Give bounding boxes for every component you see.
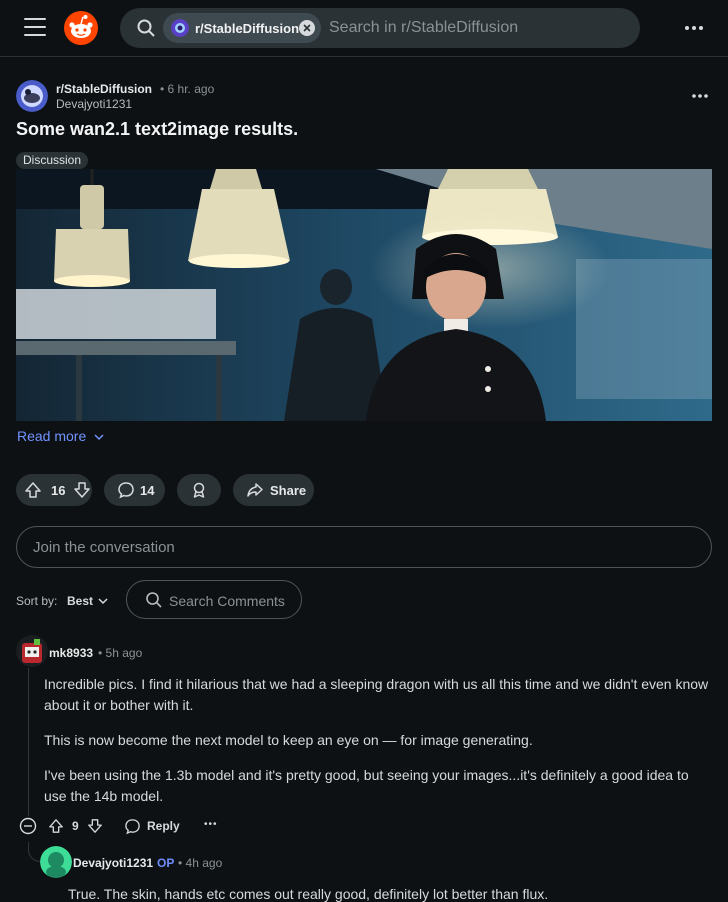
reply-label: Reply (147, 819, 180, 833)
upvote-icon[interactable] (48, 818, 64, 834)
search-comments-button[interactable]: Search Comments (126, 580, 302, 619)
subreddit-avatar-icon (171, 19, 189, 37)
comment-timestamp: • 4h ago (178, 856, 223, 870)
subreddit-name[interactable]: r/StableDiffusion (56, 82, 152, 96)
op-badge: OP (157, 856, 175, 870)
subreddit-search-chip[interactable]: r/StableDiffusion (163, 13, 321, 43)
comment-paragraph: This is now become the next model to kee… (44, 732, 533, 748)
comment-author[interactable]: Devajyoti1231 (73, 856, 153, 870)
comment-count: 14 (140, 482, 155, 498)
collapse-thread-icon[interactable] (19, 817, 37, 835)
post-image[interactable] (16, 169, 712, 421)
more-horizontal-icon[interactable] (684, 18, 704, 38)
comment-icon (118, 482, 134, 499)
post-title[interactable]: Some wan2.1 text2image results. (16, 119, 298, 140)
hamburger-menu-icon[interactable] (24, 18, 46, 38)
comment-author[interactable]: mk8933 (49, 646, 93, 660)
close-icon[interactable] (299, 20, 315, 36)
more-horizontal-icon[interactable] (690, 88, 710, 104)
comment-paragraph: I've been using the 1.3b model and it's … (44, 767, 689, 804)
share-icon (247, 483, 263, 497)
downvote-icon[interactable] (73, 481, 91, 499)
avatar[interactable] (16, 635, 48, 667)
chevron-down-icon (94, 434, 104, 441)
search-comments-label: Search Comments (169, 593, 285, 609)
sort-label: Sort by: (16, 594, 58, 608)
upvote-icon[interactable] (24, 481, 42, 499)
award-icon (193, 482, 205, 498)
post-author[interactable]: Devajyoti1231 (56, 97, 132, 111)
sort-dropdown[interactable]: Best (67, 594, 93, 608)
comment-paragraph: True. The skin, hands etc comes out real… (68, 886, 549, 902)
comment-timestamp: • 5h ago (98, 646, 143, 660)
post-flair[interactable]: Discussion (16, 152, 89, 169)
vote-control: 16 (16, 474, 92, 506)
comment-input[interactable]: Join the conversation (16, 526, 712, 568)
top-bar: r/StableDiffusion Search in r/StableDiff… (0, 0, 728, 57)
thread-line[interactable] (28, 668, 29, 816)
search-input[interactable]: Search in r/StableDiffusion (329, 19, 518, 37)
share-button[interactable]: Share (233, 474, 314, 506)
award-button[interactable] (177, 474, 221, 506)
comment-vote-count: 9 (72, 819, 79, 833)
subreddit-avatar[interactable] (16, 80, 48, 112)
post-timestamp: • 6 hr. ago (160, 82, 215, 96)
reply-button[interactable]: Reply (124, 816, 180, 836)
comment-more-button[interactable]: ••• (204, 819, 218, 830)
comment-icon (125, 818, 140, 834)
chevron-down-icon[interactable] (97, 596, 109, 606)
search-chip-label: r/StableDiffusion (195, 20, 300, 36)
search-icon (146, 592, 162, 608)
search-icon (137, 19, 155, 37)
vote-count: 16 (51, 482, 66, 498)
avatar[interactable] (40, 846, 72, 878)
comments-button[interactable]: 14 (104, 474, 165, 506)
comment-paragraph: Incredible pics. I find it hilarious tha… (44, 676, 709, 713)
search-bar[interactable]: r/StableDiffusion Search in r/StableDiff… (120, 8, 640, 48)
share-label: Share (270, 482, 307, 498)
read-more-link[interactable]: Read more (17, 428, 104, 444)
comment-input-placeholder: Join the conversation (33, 539, 175, 556)
reddit-logo-icon[interactable] (64, 11, 98, 45)
read-more-label: Read more (17, 428, 87, 444)
downvote-icon[interactable] (87, 818, 103, 834)
